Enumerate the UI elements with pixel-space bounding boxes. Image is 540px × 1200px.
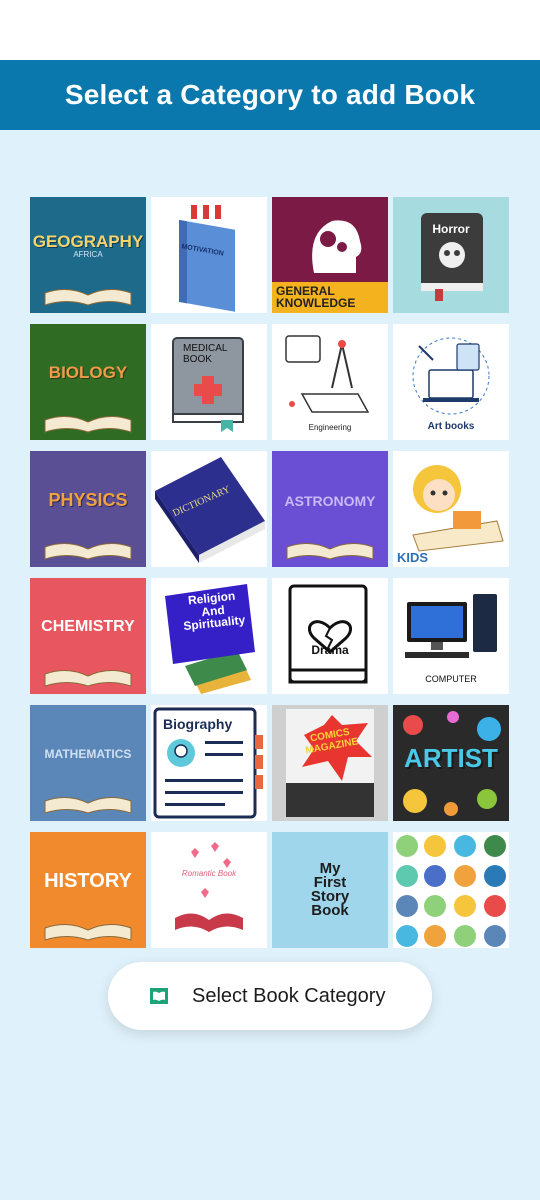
category-tile-drama[interactable]: Drama: [272, 578, 388, 694]
romantic-book-icon: [175, 842, 243, 932]
comics-magazine-icon: [286, 709, 374, 817]
category-label-artist: ARTIST: [404, 743, 498, 773]
category-grid: GEOGRAPHY AFRICA MOTIVATION GENERAL KNOW…: [30, 197, 512, 948]
category-tile-physics[interactable]: PHYSICS: [30, 451, 146, 567]
category-tile-horror[interactable]: Horror: [393, 197, 509, 313]
category-tile-general-knowledge[interactable]: GENERAL KNOWLEDGE: [272, 197, 388, 313]
open-book-icon: [44, 416, 132, 433]
category-label-horror: Horror: [432, 222, 470, 236]
status-bar: [0, 0, 540, 60]
category-label-chemistry: CHEMISTRY: [41, 617, 135, 635]
book-icons-grid-icon: [396, 835, 506, 947]
category-label-physics: PHYSICS: [48, 489, 128, 510]
open-book-icon: [286, 543, 374, 560]
category-tile-other[interactable]: [393, 832, 509, 948]
category-tile-dictionary[interactable]: DICTIONARY: [151, 451, 267, 567]
open-book-icon: [44, 924, 132, 941]
category-label-drama: Drama: [311, 643, 349, 657]
category-tile-motivation[interactable]: MOTIVATION: [151, 197, 267, 313]
category-label-art-books: Art books: [427, 420, 475, 432]
broken-heart-book-icon: [288, 584, 368, 684]
category-tile-history[interactable]: HISTORY: [30, 832, 146, 948]
category-label-astronomy: ASTRONOMY: [284, 492, 376, 509]
category-tile-geography[interactable]: GEOGRAPHY AFRICA: [30, 197, 146, 313]
category-label-medical-book: MEDICAL BOOK: [183, 343, 228, 365]
skull-book-icon: [421, 213, 483, 301]
category-tile-computer[interactable]: COMPUTER: [393, 578, 509, 694]
category-tile-artist[interactable]: ARTIST: [393, 705, 509, 821]
select-book-category-button[interactable]: Select Book Category: [108, 962, 432, 1030]
category-label-geography: GEOGRAPHY: [32, 231, 144, 251]
category-tile-medical-book[interactable]: MEDICAL BOOK: [151, 324, 267, 440]
dictionary-book-icon: [155, 457, 265, 563]
category-tile-story-book[interactable]: My First Story Book: [272, 832, 388, 948]
category-tile-chemistry[interactable]: CHEMISTRY: [30, 578, 146, 694]
open-book-icon: [44, 797, 132, 814]
category-tile-engineering[interactable]: Engineering: [272, 324, 388, 440]
open-book-icon: [44, 543, 132, 560]
page-header: Select a Category to add Book: [0, 60, 540, 130]
category-label-kids: KIDS: [397, 550, 429, 566]
category-label-mathematics: MATHEMATICS: [44, 746, 132, 761]
category-tile-mathematics[interactable]: MATHEMATICS: [30, 705, 146, 821]
category-label-biology: BIOLOGY: [48, 363, 128, 383]
open-book-icon: [150, 988, 168, 1004]
category-label-romantic-book: Romantic Book: [181, 869, 237, 878]
category-label-biography: Biography: [163, 716, 233, 732]
category-tile-astronomy[interactable]: ASTRONOMY: [272, 451, 388, 567]
medical-book-icon: [172, 337, 244, 432]
category-sublabel-geography: AFRICA: [73, 250, 103, 260]
category-tile-biography[interactable]: Biography: [151, 705, 267, 821]
open-book-icon: [44, 670, 132, 687]
category-label-general-knowledge: GENERAL KNOWLEDGE: [272, 281, 388, 313]
category-label-story-book: My First Story Book: [310, 859, 350, 920]
category-tile-religion[interactable]: Religion And Spirituality: [151, 578, 267, 694]
category-tile-kids[interactable]: KIDS: [393, 451, 509, 567]
category-label-computer: COMPUTER: [425, 673, 477, 684]
category-label-history: HISTORY: [44, 869, 132, 892]
category-tile-romantic-book[interactable]: Romantic Book: [151, 832, 267, 948]
page-title: Select a Category to add Book: [64, 79, 476, 110]
category-label-engineering: Engineering: [308, 422, 352, 432]
open-book-icon: [44, 289, 132, 306]
category-tile-comics-magazine[interactable]: COMICS MAGAZINE: [272, 705, 388, 821]
category-tile-art-books[interactable]: Art books: [393, 324, 509, 440]
category-tile-biology[interactable]: BIOLOGY: [30, 324, 146, 440]
select-book-category-label: Select Book Category: [192, 984, 386, 1007]
category-label-religion: Religion And Spirituality: [182, 588, 246, 634]
